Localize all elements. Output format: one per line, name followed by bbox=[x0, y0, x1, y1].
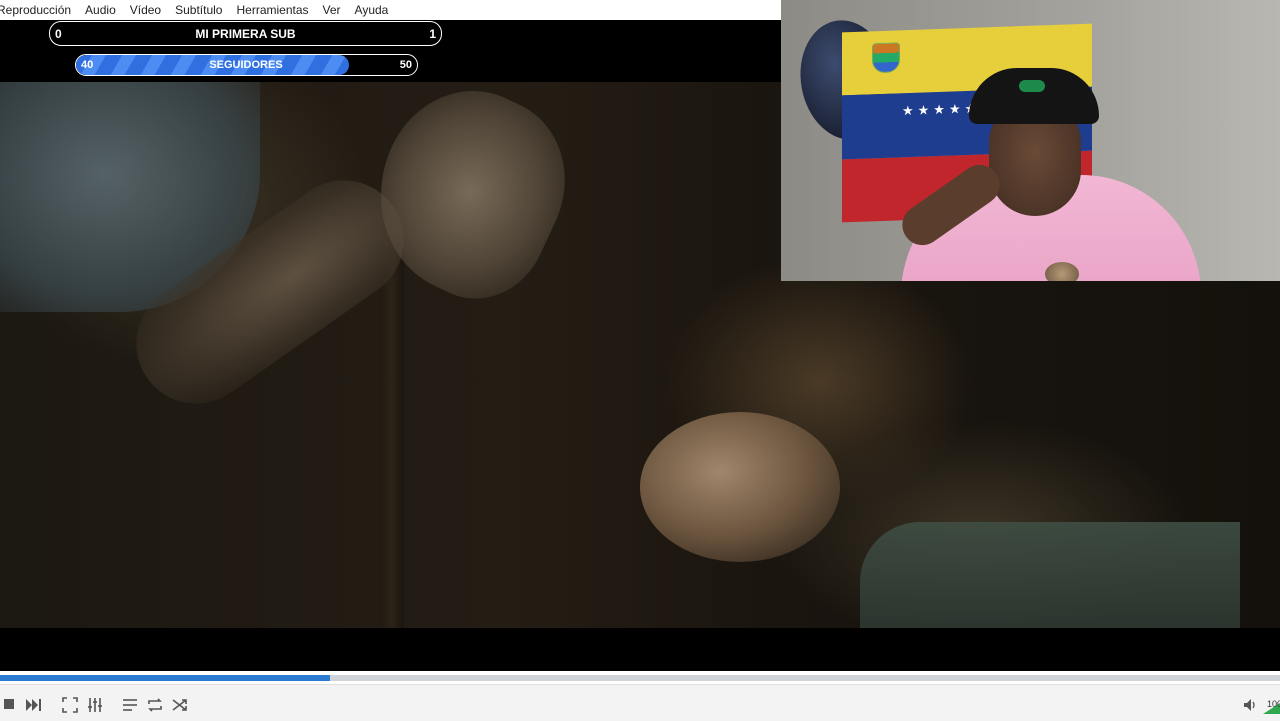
shuffle-icon bbox=[172, 699, 187, 711]
loop-icon bbox=[148, 698, 162, 712]
stop-button[interactable] bbox=[0, 695, 20, 715]
extended-settings-icon bbox=[88, 698, 102, 712]
next-icon bbox=[26, 699, 41, 711]
follower-title: SEGUIDORES bbox=[209, 59, 283, 71]
menu-reproduccion[interactable]: Reproducción bbox=[0, 3, 78, 17]
playback-controls: 100% bbox=[0, 684, 1280, 721]
menu-ver[interactable]: Ver bbox=[316, 3, 348, 17]
menu-video[interactable]: Vídeo bbox=[123, 3, 168, 17]
scene-sleeve bbox=[860, 522, 1240, 628]
menu-herramientas[interactable]: Herramientas bbox=[229, 3, 315, 17]
flag-crest-icon bbox=[872, 42, 900, 74]
volume-percent: 100% bbox=[1267, 699, 1280, 709]
menu-bar: Reproducción Audio Vídeo Subtítulo Herra… bbox=[0, 0, 781, 20]
shuffle-button[interactable] bbox=[170, 695, 190, 715]
stop-icon bbox=[4, 699, 14, 709]
seek-track[interactable] bbox=[0, 675, 1280, 681]
goal-max: 1 bbox=[429, 27, 436, 41]
extended-settings-button[interactable] bbox=[85, 695, 105, 715]
fullscreen-button[interactable] bbox=[60, 695, 80, 715]
volume-icon bbox=[1244, 699, 1255, 711]
next-button[interactable] bbox=[24, 695, 44, 715]
menu-ayuda[interactable]: Ayuda bbox=[348, 3, 396, 17]
microphone-icon bbox=[1045, 262, 1079, 281]
goal-title: MI PRIMERA SUB bbox=[195, 27, 296, 41]
seek-bar[interactable] bbox=[0, 671, 1280, 684]
fullscreen-icon bbox=[62, 697, 78, 713]
follower-goal-bar: 40 SEGUIDORES 50 bbox=[75, 54, 418, 76]
menu-audio[interactable]: Audio bbox=[78, 3, 123, 17]
seek-progress-fill bbox=[0, 675, 331, 681]
scene-second-hand bbox=[640, 412, 840, 562]
subscriber-goal-bar: 0 MI PRIMERA SUB 1 bbox=[49, 21, 442, 46]
follower-max: 50 bbox=[399, 59, 412, 71]
cap-logo-icon bbox=[1019, 80, 1045, 92]
webcam-person-cap bbox=[969, 68, 1099, 124]
playlist-icon bbox=[123, 699, 137, 711]
webcam-overlay: ★★★★★★★★ bbox=[781, 0, 1280, 281]
loop-button[interactable] bbox=[145, 695, 165, 715]
playlist-button[interactable] bbox=[120, 695, 140, 715]
menu-subtitulo[interactable]: Subtítulo bbox=[168, 3, 229, 17]
volume-button[interactable] bbox=[1243, 698, 1259, 712]
